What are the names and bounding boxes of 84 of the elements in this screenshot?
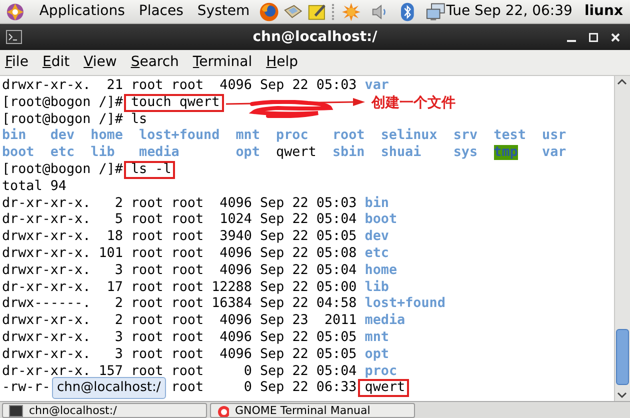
maximize-icon[interactable]: [589, 32, 598, 42]
terminal-text: qwert: [276, 145, 316, 160]
directory-name: test: [494, 128, 526, 144]
directory-name: sys: [453, 145, 478, 160]
taskbar-button[interactable]: chn@localhost:/: [2, 403, 207, 418]
terminal-text: [root@bogon /]#: [2, 94, 124, 110]
clock[interactable]: Tue Sep 22, 06:39: [446, 1, 572, 22]
user-name[interactable]: liunx: [584, 1, 624, 22]
directory-name: selinux: [380, 128, 438, 144]
directory-name: opt: [364, 346, 389, 362]
directory-name: home: [364, 262, 398, 278]
directory-name: mnt: [364, 330, 389, 345]
menu-item[interactable]: Help: [266, 52, 298, 73]
directory-name: dev: [50, 128, 75, 144]
directory-name: proc: [276, 128, 308, 144]
network-icon[interactable]: [426, 2, 446, 22]
terminal-text: drwx------. 2 root root 16384 Sep 22 04:58: [2, 296, 358, 312]
directory-name: bin: [2, 128, 26, 144]
directory-name: lib: [364, 280, 389, 295]
directory-name: etc: [50, 145, 75, 160]
browser-icon[interactable]: [258, 0, 279, 22]
logo-icon[interactable]: [6, 2, 24, 22]
directory-name: bin: [364, 196, 389, 211]
menu-item[interactable]: View: [84, 52, 117, 73]
directory-name: var: [542, 145, 566, 160]
terminal-icon: [6, 30, 22, 44]
menu-item[interactable]: File: [5, 52, 28, 73]
terminal-text: touch qwert: [131, 94, 220, 110]
directory-name: mnt: [236, 128, 260, 144]
directory-name: shuai: [380, 145, 422, 160]
terminal-text: [root@bogon /]# ls: [2, 112, 148, 127]
panel-menu[interactable]: System: [190, 1, 257, 22]
directory-name: proc: [364, 364, 398, 379]
terminal-text: dr-xr-xr-x. 5 root root 1024 Sep 22 05:04: [2, 212, 358, 228]
annotation-label: 创建一个文件: [372, 94, 456, 112]
directory-name: media: [364, 313, 406, 328]
menu-item[interactable]: Terminal: [192, 52, 252, 73]
menu-item[interactable]: Edit: [42, 52, 70, 73]
directory-name: media: [139, 145, 180, 160]
directory-name: sbin: [332, 145, 365, 160]
terminal-text: [root@bogon /]#: [2, 162, 124, 177]
directory-name: etc: [364, 246, 389, 261]
scroll-thumb[interactable]: [616, 329, 629, 385]
terminal-text: dr-xr-xr-x. 157 root root 0 Sep 22 05:04: [2, 364, 358, 379]
terminal-text: dr-xr-xr-x. 2 root root 4096 Sep 22 05:03: [2, 196, 358, 211]
window-title: chn@localhost:/: [252, 28, 378, 46]
terminal-text: qwert: [364, 380, 406, 396]
lifebuoy-icon: [217, 404, 229, 416]
directory-name: home: [90, 128, 123, 144]
terminal-text: dr-xr-xr-x. 17 root root 12288 Sep 22 05:00: [2, 280, 358, 295]
terminal-text: drwxr-xr-x. 3 root root 4096 Sep 22 05:04: [2, 262, 358, 278]
speaker-icon[interactable]: [370, 4, 388, 20]
bluetooth-icon[interactable]: [401, 2, 414, 22]
taskbar-button[interactable]: GNOME Terminal Manual: [210, 403, 415, 418]
terminal-text: drwxr-xr-x. 18 root root 3940 Sep 22 05:05: [2, 229, 358, 244]
highlighted-directory: tmp: [494, 145, 518, 160]
terminal-text: ls -l: [131, 162, 172, 177]
directory-name: lib: [90, 145, 115, 160]
directory-name: dev: [364, 229, 389, 244]
panel-separator: [332, 4, 334, 20]
close-icon[interactable]: [611, 32, 620, 42]
directory-name: root: [332, 128, 365, 144]
terminal-icon: [9, 404, 23, 416]
terminal-text: drwxr-xr-x. 21 root root 4096 Sep 22 05:03: [2, 78, 358, 93]
terminal-text: drwxr-xr-x. 3 root root 4096 Sep 22 05:05: [2, 330, 358, 345]
panel-menu[interactable]: Applications: [32, 1, 132, 22]
terminal-text: total 94: [2, 178, 66, 194]
terminal-text: drwxr-xr-x. 101 root root 4096 Sep 22 05:08: [2, 246, 358, 261]
panel-menu[interactable]: Places: [132, 1, 190, 22]
directory-name: usr: [542, 128, 566, 144]
directory-name: opt: [236, 145, 260, 160]
terminal-text: drwxr-xr-x. 3 root root 4096 Sep 22 05:05: [2, 346, 358, 362]
terminal-text: -rw-r-: [2, 380, 50, 398]
terminal-text: root 0 Sep 22 06:33: [171, 380, 358, 396]
terminal-text: drwxr-xr-x. 2 root root 4096 Sep 23 2011: [2, 313, 358, 328]
tooltip: chn@localhost:/: [52, 377, 166, 400]
scrollbar[interactable]: [614, 76, 630, 401]
menu-item[interactable]: Search: [130, 52, 179, 73]
directory-name: var: [364, 78, 389, 93]
directory-name: boot: [364, 212, 398, 228]
directory-name: boot: [2, 145, 34, 160]
directory-name: lost+found: [139, 128, 220, 144]
directory-name: lost+found: [364, 296, 446, 312]
directory-name: srv: [453, 128, 478, 144]
